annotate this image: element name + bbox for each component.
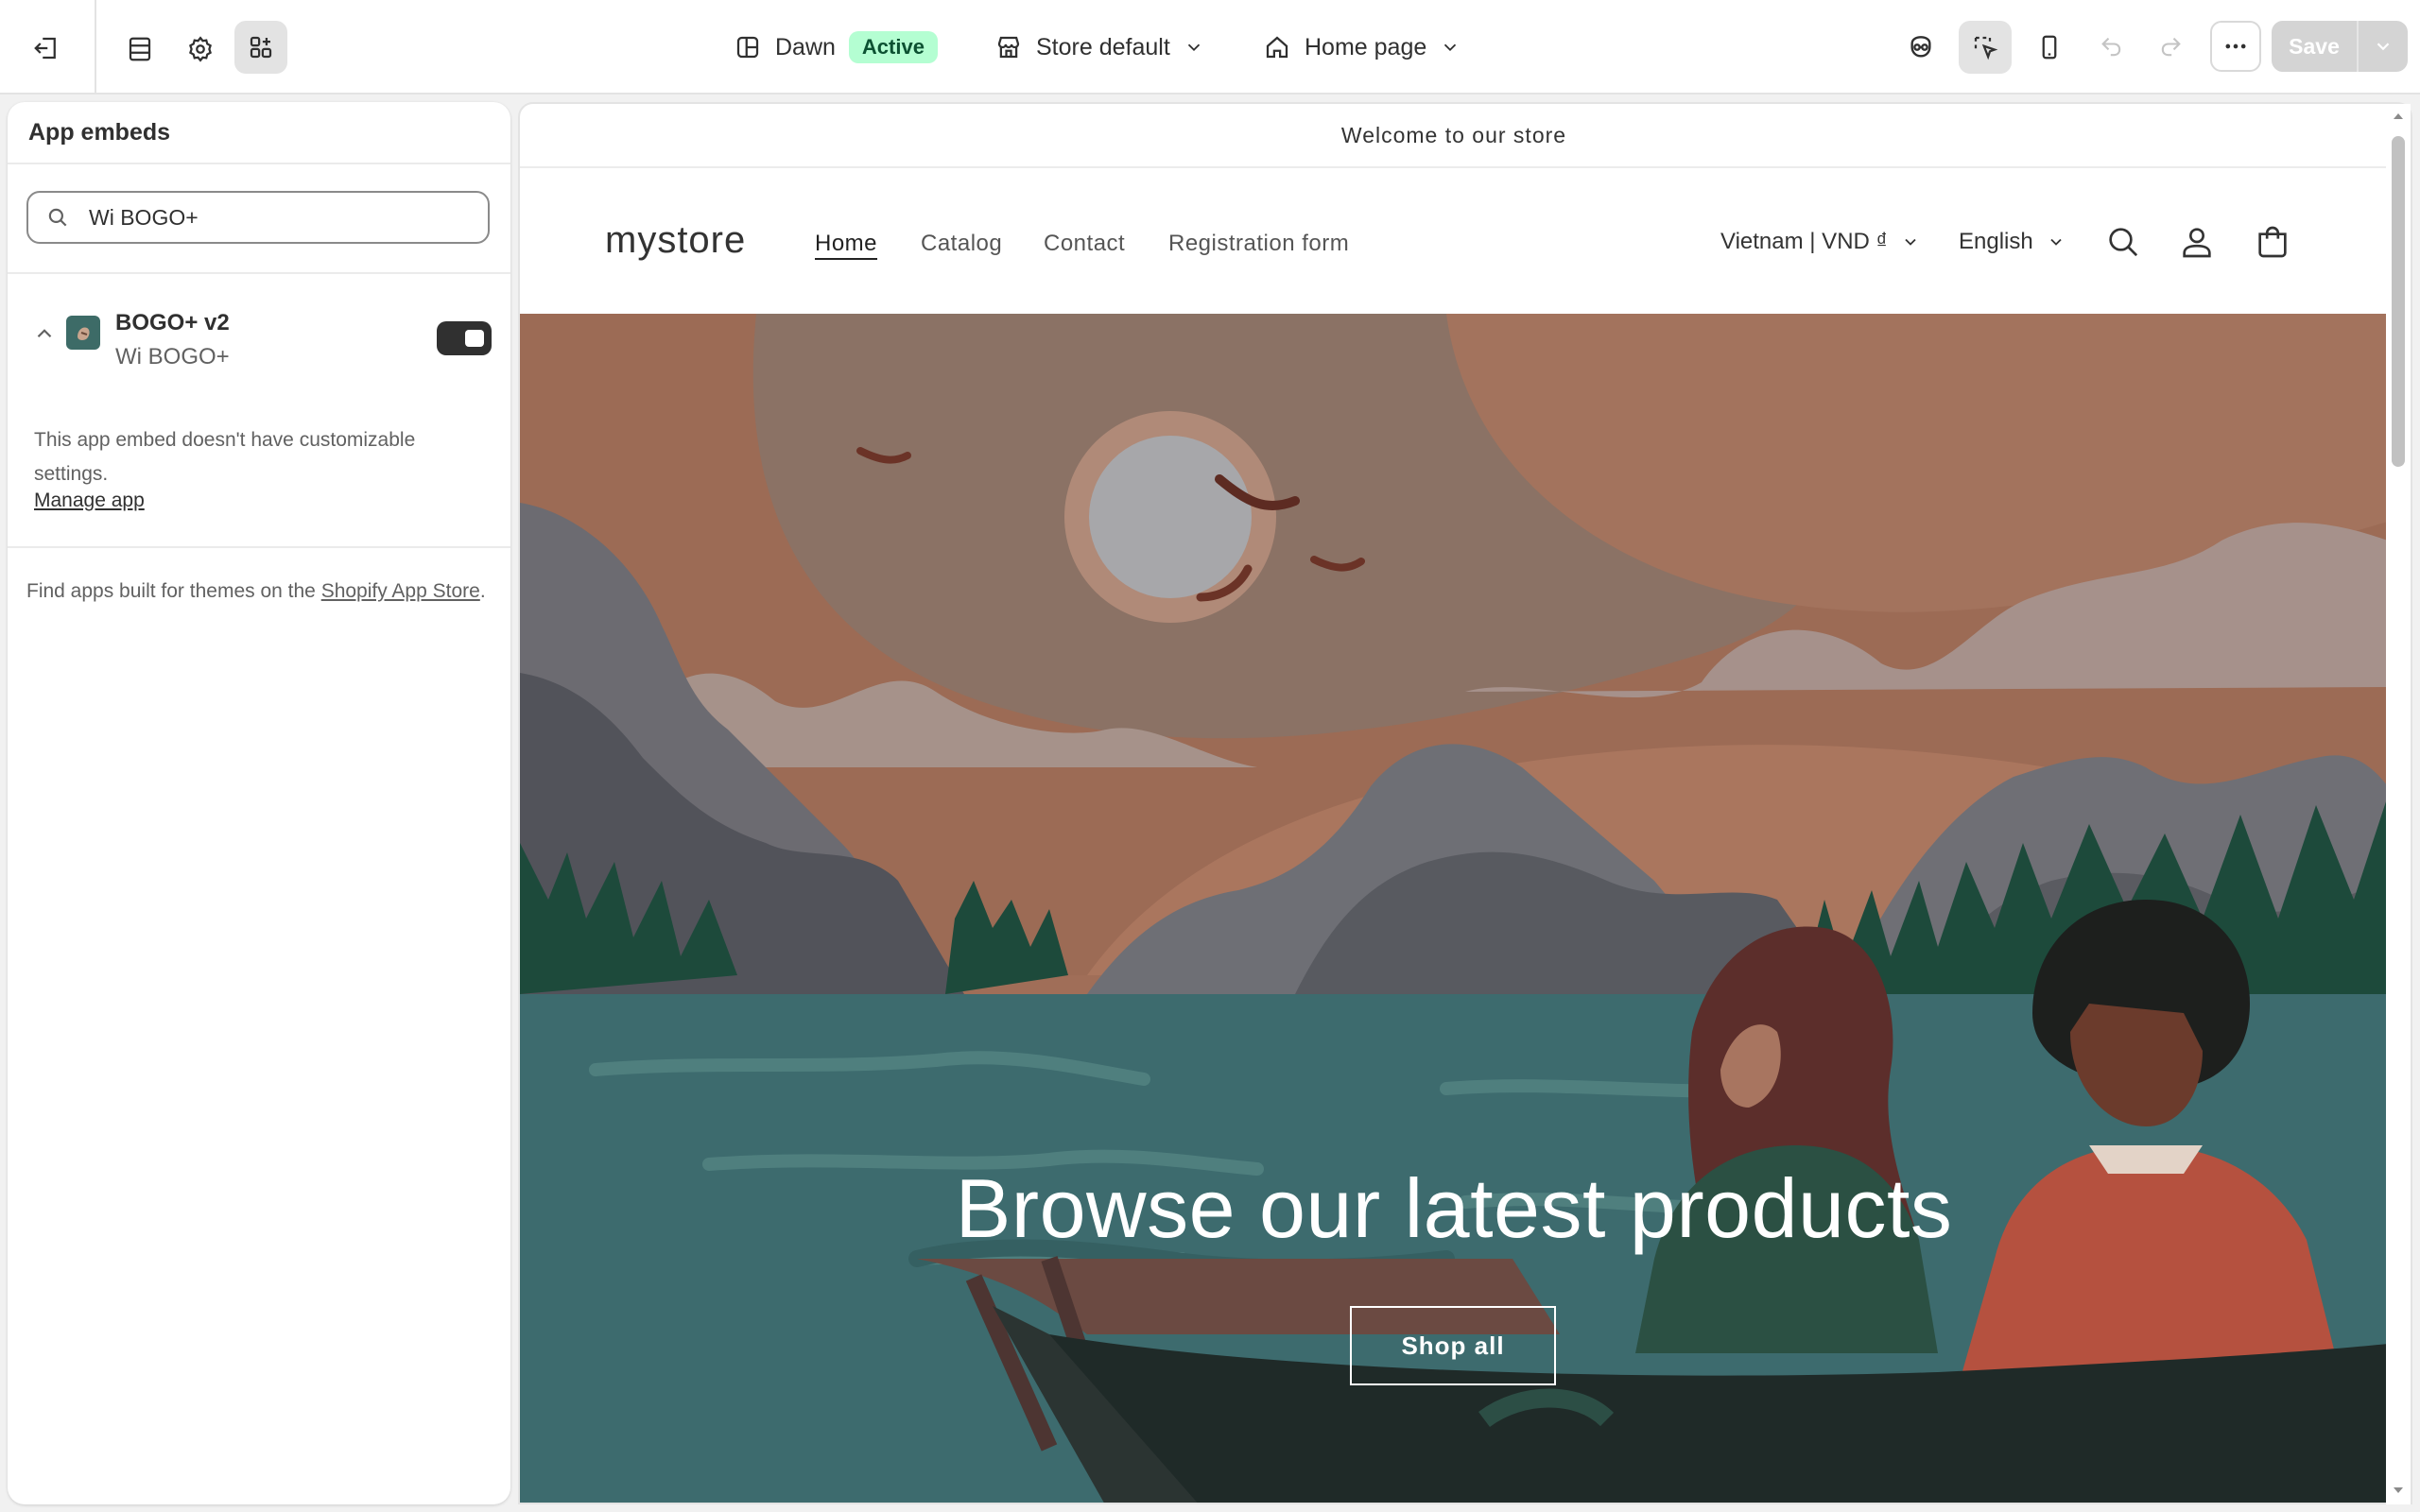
scrollbar-thumb[interactable] — [2392, 136, 2405, 467]
search-icon — [48, 208, 67, 227]
language-label: English — [1959, 229, 2033, 254]
page-selector-label: Home page — [1305, 33, 1427, 60]
scroll-down-arrow-icon[interactable] — [2392, 1484, 2405, 1497]
select-element-button[interactable] — [1959, 21, 2012, 74]
app-embeds-panel: App embeds BOGO+ v2 Wi BOGO+ This app em… — [8, 102, 510, 1504]
sections-button[interactable] — [115, 25, 164, 74]
sections-icon — [129, 37, 151, 61]
store-icon — [997, 36, 1020, 59]
more-horizontal-icon — [2225, 43, 2246, 49]
app-embed-note: This app embed doesn't have customizable… — [34, 429, 416, 485]
page-selector[interactable]: Home page — [1263, 25, 1461, 70]
exit-icon — [34, 37, 56, 60]
device-preview-button[interactable] — [2025, 23, 2074, 72]
currency-label: Vietnam | VND ₫ — [1720, 229, 1888, 254]
more-actions-button[interactable] — [2210, 21, 2261, 72]
theme-settings-button[interactable] — [176, 25, 225, 74]
apps-icon — [250, 36, 272, 59]
panel-title: App embeds — [28, 119, 171, 146]
home-icon — [1266, 36, 1288, 59]
app-store-note-text: Find apps built for themes on the — [26, 580, 321, 602]
redo-button[interactable] — [2146, 23, 2195, 72]
panel-divider — [8, 163, 510, 164]
cart-icon[interactable] — [2254, 223, 2291, 261]
scroll-up-arrow-icon[interactable] — [2392, 110, 2405, 123]
store-logo[interactable]: mystore — [605, 219, 746, 262]
shopify-app-store-link[interactable]: Shopify App Store — [321, 580, 480, 602]
app-embed-name: BOGO+ v2 — [115, 310, 230, 335]
topbar-divider — [95, 0, 96, 94]
chevron-down-icon — [1905, 238, 1916, 246]
nav-item-registration-form[interactable]: Registration form — [1168, 231, 1349, 257]
search-field[interactable] — [26, 191, 490, 244]
shop-all-button[interactable]: Shop all — [1350, 1306, 1556, 1385]
manage-app-link[interactable]: Manage app — [34, 490, 145, 512]
app-embeds-button[interactable] — [234, 21, 287, 74]
app-store-note-suffix: . — [479, 580, 486, 602]
preview-scrollbar[interactable] — [2386, 104, 2411, 1504]
inspector-button[interactable] — [1896, 23, 1945, 72]
app-store-note: Find apps built for themes on the Shopif… — [26, 575, 499, 609]
save-options-button[interactable] — [2359, 21, 2408, 72]
currency-selector[interactable]: Vietnam | VND ₫ — [1720, 229, 1920, 255]
bogo-app-icon — [78, 327, 90, 340]
nav-item-home[interactable]: Home — [815, 231, 877, 257]
save-button-group: Save — [2272, 21, 2408, 72]
nav-item-catalog[interactable]: Catalog — [921, 231, 1002, 257]
gear-icon — [189, 36, 212, 62]
cursor-select-icon — [1974, 36, 1998, 60]
panel-divider — [8, 546, 510, 548]
theme-name: Dawn — [775, 33, 836, 60]
chevron-down-icon — [2050, 238, 2062, 246]
toggle-knob — [465, 330, 484, 347]
store-selector-label: Store default — [1036, 33, 1170, 60]
store-header: mystore Home Catalog Contact Registratio… — [520, 170, 2388, 314]
undo-icon — [2101, 37, 2121, 57]
layout-icon — [736, 36, 759, 59]
search-input[interactable] — [89, 204, 467, 231]
panel-divider — [8, 272, 510, 274]
chevron-up-icon[interactable] — [32, 321, 57, 346]
search-icon[interactable] — [2104, 223, 2142, 261]
language-selector[interactable]: English — [1959, 229, 2066, 255]
hero-heading: Browse our latest products — [955, 1161, 1953, 1255]
status-badge: Active — [848, 31, 938, 63]
editor-topbar: Dawn Active Store default Home page Save — [0, 0, 2420, 94]
save-button[interactable]: Save — [2272, 21, 2359, 72]
store-selector[interactable]: Store default — [994, 25, 1204, 70]
announcement-bar: Welcome to our store — [520, 104, 2388, 168]
mobile-icon — [2042, 35, 2057, 60]
app-embed-toggle[interactable] — [437, 321, 492, 355]
chevron-down-icon — [1187, 43, 1200, 52]
redo-icon — [2161, 37, 2181, 57]
store-preview: Welcome to our store mystore Home Catalo… — [518, 102, 2412, 1504]
app-embed-item: BOGO+ v2 Wi BOGO+ — [26, 299, 499, 374]
chevron-down-icon — [2377, 43, 2390, 51]
inspect-icon — [1910, 36, 1931, 58]
nav-item-contact[interactable]: Contact — [1044, 231, 1125, 257]
chevron-down-icon — [1444, 43, 1457, 52]
app-embed-provider: Wi BOGO+ — [115, 344, 230, 369]
app-icon — [66, 316, 100, 350]
account-icon[interactable] — [2178, 223, 2216, 261]
theme-info[interactable]: Dawn Active — [734, 25, 938, 70]
undo-button[interactable] — [2087, 23, 2136, 72]
exit-button[interactable] — [23, 25, 70, 72]
